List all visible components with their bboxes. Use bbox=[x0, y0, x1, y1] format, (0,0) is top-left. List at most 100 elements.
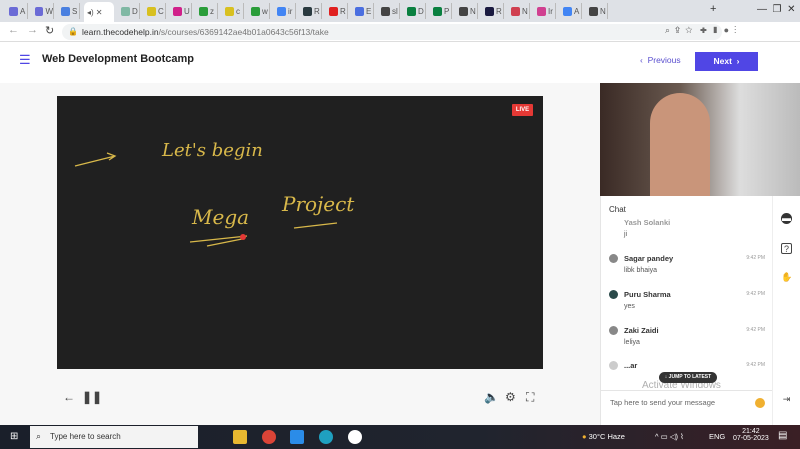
question-icon[interactable]: ? bbox=[781, 243, 792, 254]
tab-label: S bbox=[72, 6, 78, 16]
browser-tab[interactable]: N bbox=[508, 3, 530, 19]
browser-tab[interactable]: A bbox=[560, 3, 582, 19]
chat-author: Puru Sharma bbox=[624, 290, 671, 299]
tab-label: Ir bbox=[548, 6, 553, 16]
system-tray-icons[interactable]: ^ ▭ ◁) ⌇ bbox=[655, 432, 684, 441]
browser-tab[interactable]: w bbox=[248, 3, 270, 19]
tab-label: W bbox=[45, 6, 53, 16]
url-input[interactable]: learn.thecodehelp.in/s/courses/6369142ae… bbox=[62, 24, 722, 40]
browser-tab[interactable]: R bbox=[326, 3, 348, 19]
chat-time: 9:42 PM bbox=[746, 362, 765, 368]
favicon bbox=[251, 6, 260, 16]
browser-tab[interactable]: E bbox=[352, 3, 374, 19]
forward-icon[interactable]: → bbox=[27, 24, 38, 36]
clock-time: 21:42 bbox=[742, 428, 760, 435]
browser-tab[interactable]: P bbox=[430, 3, 452, 19]
browser-tab[interactable]: R bbox=[300, 3, 322, 19]
reload-icon[interactable]: ↻ bbox=[45, 24, 54, 37]
windows-start-icon[interactable]: ⊞ bbox=[10, 431, 18, 442]
tab-label: ir bbox=[288, 6, 293, 16]
browser-actions[interactable]: ⌕ ⇪ ☆ ✚ ▮ ● ⋮ bbox=[665, 25, 736, 36]
settings-icon[interactable]: ⚙ bbox=[505, 390, 516, 404]
browser-tab[interactable]: N bbox=[586, 3, 608, 19]
video-player[interactable]: Let's begin Mega Project bbox=[57, 96, 543, 369]
chat-input[interactable]: Tap here to send your message bbox=[600, 390, 772, 415]
favicon bbox=[225, 6, 234, 16]
rewind-icon[interactable]: ← bbox=[63, 390, 75, 404]
tab-label: z bbox=[210, 6, 214, 16]
chrome-icon[interactable] bbox=[262, 430, 276, 444]
tab-label: D bbox=[418, 6, 424, 16]
pause-icon[interactable]: ❚❚ bbox=[82, 390, 102, 404]
browser-tab[interactable]: S bbox=[58, 3, 80, 19]
lock-icon[interactable]: 🔒 bbox=[68, 27, 78, 36]
favicon bbox=[199, 6, 208, 16]
pointer-dot bbox=[240, 234, 246, 240]
chat-author: ...ar bbox=[624, 361, 638, 370]
edge-icon[interactable] bbox=[319, 430, 333, 444]
tab-label: C bbox=[158, 6, 164, 16]
next-button[interactable]: Next › bbox=[695, 52, 758, 71]
jump-to-latest-button[interactable]: ↓ JUMP TO LATEST bbox=[659, 372, 717, 383]
browser-tab[interactable]: C bbox=[144, 3, 166, 19]
browser-tab[interactable]: W bbox=[32, 3, 54, 19]
tab-label: E bbox=[366, 6, 372, 16]
notifications-icon[interactable]: ▤ bbox=[778, 430, 787, 441]
favicon bbox=[35, 6, 44, 16]
board-text-line1: Let's begin bbox=[161, 140, 263, 161]
favicon bbox=[511, 6, 520, 16]
chat-time: 9:42 PM bbox=[746, 291, 765, 297]
browser-tab[interactable]: U bbox=[170, 3, 192, 19]
browser-tab[interactable]: D bbox=[404, 3, 426, 19]
tab-label: D bbox=[132, 6, 138, 16]
browser-tab[interactable]: sl bbox=[378, 3, 400, 19]
emoji-icon[interactable] bbox=[755, 398, 765, 408]
chat-icon[interactable]: ▬ bbox=[781, 213, 792, 224]
window-controls[interactable]: — ❐ ✕ bbox=[757, 4, 795, 15]
favicon bbox=[407, 6, 416, 16]
weather-text: 30°C Haze bbox=[588, 432, 625, 441]
taskbar-search[interactable]: Type here to search bbox=[30, 426, 198, 448]
back-icon[interactable]: ← bbox=[8, 24, 19, 36]
raise-hand-icon[interactable]: ✋ bbox=[781, 272, 792, 283]
favicon bbox=[589, 6, 598, 16]
tab-label: R bbox=[314, 6, 320, 16]
live-badge: LIVE bbox=[512, 104, 533, 116]
favicon bbox=[537, 6, 546, 16]
page-title: Web Development Bootcamp bbox=[42, 53, 194, 65]
search-placeholder: Type here to search bbox=[50, 432, 121, 441]
tab-label: A bbox=[20, 6, 26, 16]
favicon bbox=[381, 6, 390, 16]
tab-label: R bbox=[340, 6, 346, 16]
previous-label: Previous bbox=[647, 55, 681, 65]
previous-button[interactable]: ‹ Previous bbox=[640, 55, 681, 65]
browser-tab[interactable]: R bbox=[482, 3, 504, 19]
new-tab-button[interactable]: + bbox=[710, 3, 716, 15]
vscode-icon[interactable] bbox=[290, 430, 304, 444]
volume-icon[interactable]: 🔈 bbox=[484, 390, 499, 404]
clock[interactable]: 21:42 07-05-2023 bbox=[733, 428, 769, 442]
weather[interactable]: ● 30°C Haze bbox=[582, 432, 625, 441]
tab-label: N bbox=[522, 6, 528, 16]
browser-tab[interactable]: D bbox=[118, 3, 140, 19]
tab-label: N bbox=[470, 6, 476, 16]
url-path: /s/courses/6369142ae4b01a0643c56f13/take bbox=[158, 27, 329, 37]
menu-icon[interactable]: ☰ bbox=[19, 53, 31, 66]
browser-tab[interactable]: A bbox=[6, 3, 28, 19]
favicon bbox=[303, 6, 312, 16]
fullscreen-icon[interactable]: ⛶ bbox=[526, 390, 534, 405]
avatar bbox=[609, 290, 618, 299]
exit-icon[interactable]: ⇥ bbox=[781, 394, 792, 405]
browser-tab[interactable]: N bbox=[456, 3, 478, 19]
favicon bbox=[485, 6, 494, 16]
browser-tab[interactable]: c bbox=[222, 3, 244, 19]
browser-tab[interactable]: ◂) ✕ bbox=[84, 2, 114, 22]
next-label: Next bbox=[713, 56, 732, 66]
browser-tab[interactable]: ir bbox=[274, 3, 296, 19]
language[interactable]: ENG bbox=[709, 432, 725, 441]
browser-tab[interactable]: Ir bbox=[534, 3, 556, 19]
browser-tab[interactable]: z bbox=[196, 3, 218, 19]
chat-text: yes bbox=[624, 303, 635, 310]
mongodb-compass-icon[interactable] bbox=[348, 430, 362, 444]
file-explorer-icon[interactable] bbox=[233, 430, 247, 444]
